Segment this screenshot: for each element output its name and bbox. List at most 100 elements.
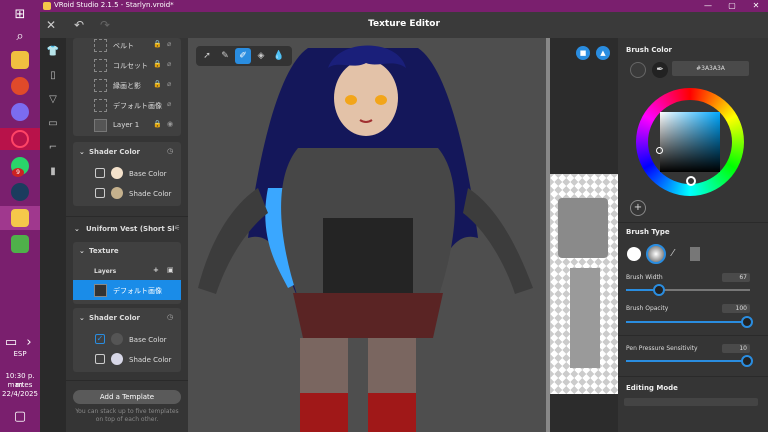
shoes-category-icon[interactable]: ⌐ [45, 140, 61, 156]
visibility-off-icon[interactable]: ⌀ [167, 60, 171, 68]
base-color-swatch[interactable] [111, 333, 123, 345]
vroid-studio-icon[interactable] [8, 208, 32, 228]
image-icon[interactable]: ▣ [167, 266, 174, 274]
uv-texture-preview[interactable]: ■ ▲ [550, 38, 618, 432]
view-toggle-icon[interactable]: ■ [576, 46, 590, 60]
texture-brush-icon[interactable] [690, 247, 700, 261]
saturation-value-square[interactable] [660, 112, 720, 172]
base-color-checkbox[interactable] [95, 168, 105, 178]
brush-width-slider[interactable] [626, 284, 750, 296]
pen-tool-icon[interactable]: ✎ [217, 48, 233, 64]
layer-list: ベルト 🔒 ⌀ コルセット 🔒 ⌀ 縁画と影 🔒 ⌀ デフォルト画像 ⌀ Lay… [73, 38, 181, 136]
hue-ring[interactable] [636, 88, 744, 196]
layer-thumbnail [94, 119, 107, 132]
brush-width-value[interactable]: 67 [722, 273, 750, 282]
select-tool-icon[interactable]: ➚ [199, 48, 215, 64]
lock-icon[interactable]: 🔒 [153, 80, 162, 88]
hue-handle[interactable] [686, 176, 696, 186]
eraser-tool-icon[interactable]: ◈ [253, 48, 269, 64]
visibility-off-icon[interactable]: ⌀ [167, 80, 171, 88]
lock-icon[interactable]: 🔒 [153, 120, 162, 128]
hard-brush-icon[interactable] [627, 247, 641, 261]
search-icon[interactable]: ⌕ [8, 26, 32, 46]
accessory-category-icon[interactable]: ▮ [45, 164, 61, 180]
browser-icon[interactable] [8, 76, 32, 96]
maximize-icon[interactable]: ▢ [720, 0, 744, 12]
lock-icon[interactable]: 🔒 [153, 60, 162, 68]
base-color-checkbox-checked[interactable]: ✓ [95, 334, 105, 344]
underwear-category-icon[interactable]: ▽ [45, 92, 61, 108]
chevron-down-icon[interactable]: ⌄ [74, 225, 80, 233]
shade-color-checkbox[interactable] [95, 354, 105, 364]
chevron-down-icon[interactable]: ⌄ [79, 314, 85, 322]
selected-layer-row[interactable]: デフォルト画像 [73, 280, 181, 300]
chevron-down-icon[interactable]: ⌄ [79, 247, 85, 255]
lock-icon[interactable]: 🔒 [153, 40, 162, 48]
close-window-icon[interactable]: ✕ [744, 0, 768, 12]
messenger-icon[interactable] [8, 102, 32, 122]
slider-knob[interactable] [653, 284, 665, 296]
avatar-model [198, 45, 533, 432]
layer-row[interactable]: 縁画と影 🔒 ⌀ [73, 75, 181, 95]
pencil-brush-icon[interactable]: ⁄ [672, 248, 686, 262]
current-color-swatch[interactable] [630, 62, 646, 78]
slider-knob[interactable] [741, 316, 753, 328]
brush-opacity-value[interactable]: 100 [722, 304, 750, 313]
fill-tool-icon[interactable]: 💧 [271, 48, 287, 64]
display-icon[interactable]: ▭ [4, 332, 18, 352]
layer-row[interactable]: コルセット 🔒 ⌀ [73, 55, 181, 75]
uv-island [558, 198, 608, 258]
soft-brush-icon[interactable] [646, 244, 666, 264]
brush-type-title: Brush Type [626, 228, 670, 236]
base-color-swatch[interactable] [111, 167, 123, 179]
socks-category-icon[interactable]: ▭ [45, 116, 61, 132]
pen-pressure-slider[interactable] [626, 355, 753, 367]
color-picker-handle[interactable] [656, 147, 663, 154]
divider [618, 376, 768, 377]
tops-category-icon[interactable]: 👕 [45, 44, 61, 60]
minimize-icon[interactable]: — [696, 0, 720, 12]
add-layer-icon[interactable]: + [153, 266, 159, 274]
layer-label: デフォルト画像 [113, 287, 162, 295]
slider-knob[interactable] [741, 355, 753, 367]
mirror-toggle-icon[interactable]: ▲ [596, 46, 610, 60]
notifications-icon[interactable]: ▢ [8, 406, 32, 426]
brush-opacity-slider[interactable] [626, 316, 753, 328]
divider [618, 222, 768, 223]
app-icon[interactable] [8, 234, 32, 254]
hex-input[interactable]: #3A3A3A [672, 61, 749, 76]
base-color-label: Base Color [129, 336, 167, 344]
settings-icon[interactable]: ⚟ [174, 224, 180, 232]
divider [66, 216, 188, 217]
editing-mode-control[interactable] [624, 398, 758, 406]
shader-color-section: ⌄ Shader Color ◷ Base Color Shade Color [73, 142, 181, 206]
shade-color-checkbox[interactable] [95, 188, 105, 198]
3d-viewport[interactable]: ➚ ✎ ✐ ◈ 💧 [188, 38, 546, 432]
section-title: Shader Color [89, 148, 141, 156]
visibility-icon[interactable]: ◉ [167, 120, 173, 128]
brush-tool-icon[interactable]: ✐ [235, 48, 251, 64]
steam-icon[interactable] [8, 182, 32, 202]
opera-icon[interactable] [8, 129, 32, 149]
clock-date: 22/4/2025 [2, 390, 38, 398]
visibility-off-icon[interactable]: ⌀ [167, 100, 171, 108]
reset-icon[interactable]: ◷ [167, 313, 173, 321]
eyedropper-icon[interactable]: ✒ [652, 62, 668, 78]
pen-pressure-value[interactable]: 10 [722, 344, 750, 353]
layer-row[interactable]: ベルト 🔒 ⌀ [73, 35, 181, 55]
windows-start-icon[interactable]: ⊞ [8, 4, 32, 24]
reset-icon[interactable]: ◷ [167, 147, 173, 155]
add-color-icon[interactable]: + [630, 200, 646, 216]
chevron-down-icon[interactable]: ⌄ [79, 148, 85, 156]
shade-color-swatch[interactable] [111, 187, 123, 199]
shade-color-swatch[interactable] [111, 353, 123, 365]
layer-label: ベルト [113, 42, 134, 50]
add-template-button[interactable]: Add a Template [73, 390, 181, 404]
chevron-right-icon[interactable]: › [22, 332, 36, 352]
language-indicator[interactable]: ESP [0, 350, 40, 359]
layer-row[interactable]: Layer 1 🔒 ◉ [73, 115, 181, 135]
visibility-off-icon[interactable]: ⌀ [167, 40, 171, 48]
file-explorer-icon[interactable] [8, 50, 32, 70]
bottoms-category-icon[interactable]: ▯ [45, 68, 61, 84]
layer-row[interactable]: デフォルト画像 ⌀ [73, 95, 181, 115]
